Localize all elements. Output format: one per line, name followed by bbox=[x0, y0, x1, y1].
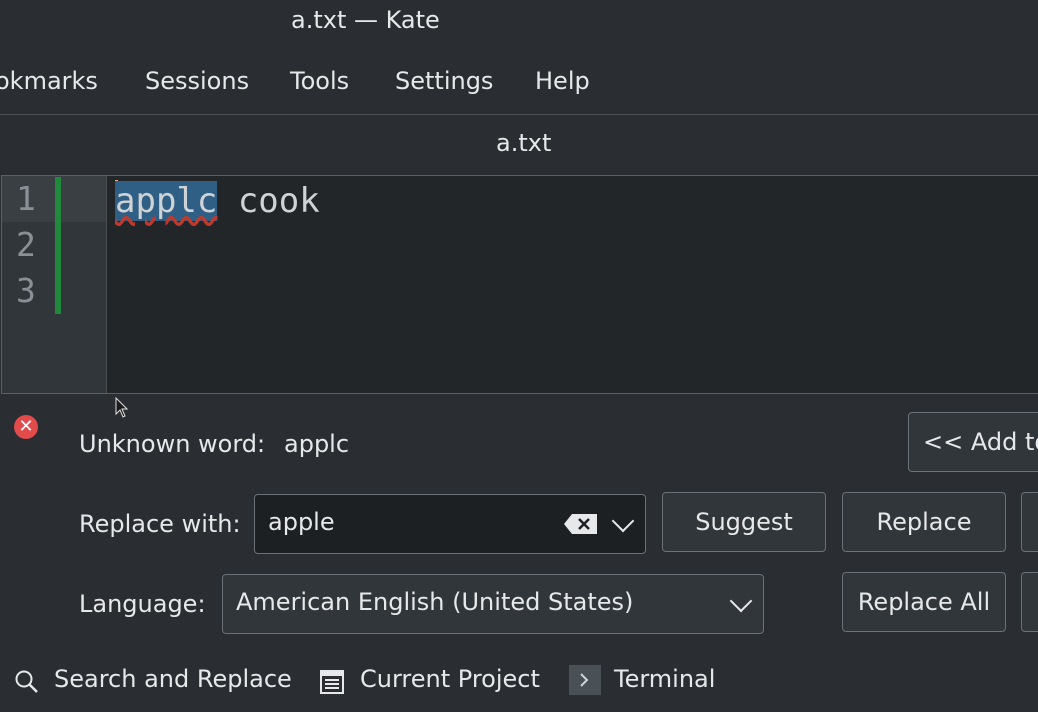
misspelled-word-selection[interactable]: applc bbox=[115, 181, 218, 221]
search-icon bbox=[15, 670, 38, 693]
window-title: a.txt — Kate bbox=[291, 6, 440, 34]
unknown-word-label: Unknown word: bbox=[79, 430, 266, 458]
suggest-button[interactable]: Suggest bbox=[662, 492, 826, 552]
replace-with-label: Replace with: bbox=[79, 510, 241, 538]
bottom-tool-bar: Search and Replace Current Project Termi… bbox=[0, 653, 1038, 712]
code-text: cook bbox=[217, 181, 320, 221]
menu-settings[interactable]: Settings bbox=[395, 67, 493, 95]
document-tab-bar: a.txt bbox=[0, 114, 1038, 175]
menu-bar: okmarks Sessions Tools Settings Help bbox=[0, 56, 1038, 112]
unknown-word-value: applc bbox=[284, 430, 350, 458]
line-number: 3 bbox=[16, 271, 36, 310]
language-combo[interactable]: American English (United States) bbox=[222, 574, 764, 634]
chevron-down-icon[interactable] bbox=[611, 509, 635, 533]
document-tab[interactable]: a.txt bbox=[496, 129, 551, 157]
replace-with-input[interactable]: apple bbox=[268, 508, 335, 536]
search-and-replace-tab[interactable]: Search and Replace bbox=[54, 665, 292, 693]
menu-bookmarks[interactable]: okmarks bbox=[0, 67, 98, 95]
ignore-all-button-partial[interactable] bbox=[1021, 572, 1038, 632]
chevron-down-icon[interactable] bbox=[729, 589, 753, 613]
language-label: Language: bbox=[79, 590, 206, 618]
menu-help[interactable]: Help bbox=[535, 67, 590, 95]
replace-button[interactable]: Replace bbox=[842, 492, 1006, 552]
terminal-tab[interactable]: Terminal bbox=[614, 665, 715, 693]
language-value: American English (United States) bbox=[236, 588, 634, 616]
add-to-dictionary-button[interactable]: << Add to bbox=[908, 412, 1038, 472]
editor-view[interactable]: 1 2 3 applc cook bbox=[1, 175, 1038, 394]
menu-sessions[interactable]: Sessions bbox=[145, 67, 249, 95]
terminal-icon bbox=[569, 665, 601, 695]
ignore-button-partial[interactable] bbox=[1021, 492, 1038, 552]
project-document-icon bbox=[320, 670, 344, 694]
clear-text-icon[interactable] bbox=[563, 513, 599, 535]
title-bar: a.txt — Kate bbox=[0, 0, 1038, 48]
line-number-gutter: 1 2 3 bbox=[2, 176, 107, 393]
line-number: 2 bbox=[16, 225, 36, 264]
replace-with-combo[interactable]: apple bbox=[254, 494, 646, 554]
modified-lines-marker bbox=[55, 177, 61, 314]
replace-all-button[interactable]: Replace All bbox=[842, 572, 1006, 632]
line-number: 1 bbox=[16, 179, 36, 218]
current-project-tab[interactable]: Current Project bbox=[360, 665, 540, 693]
menu-tools[interactable]: Tools bbox=[290, 67, 349, 95]
code-line-1[interactable]: applc cook bbox=[115, 180, 320, 221]
spellcheck-panel: ✕ Unknown word: applc << Add to Replace … bbox=[0, 395, 1038, 653]
close-error-icon[interactable]: ✕ bbox=[14, 415, 38, 439]
